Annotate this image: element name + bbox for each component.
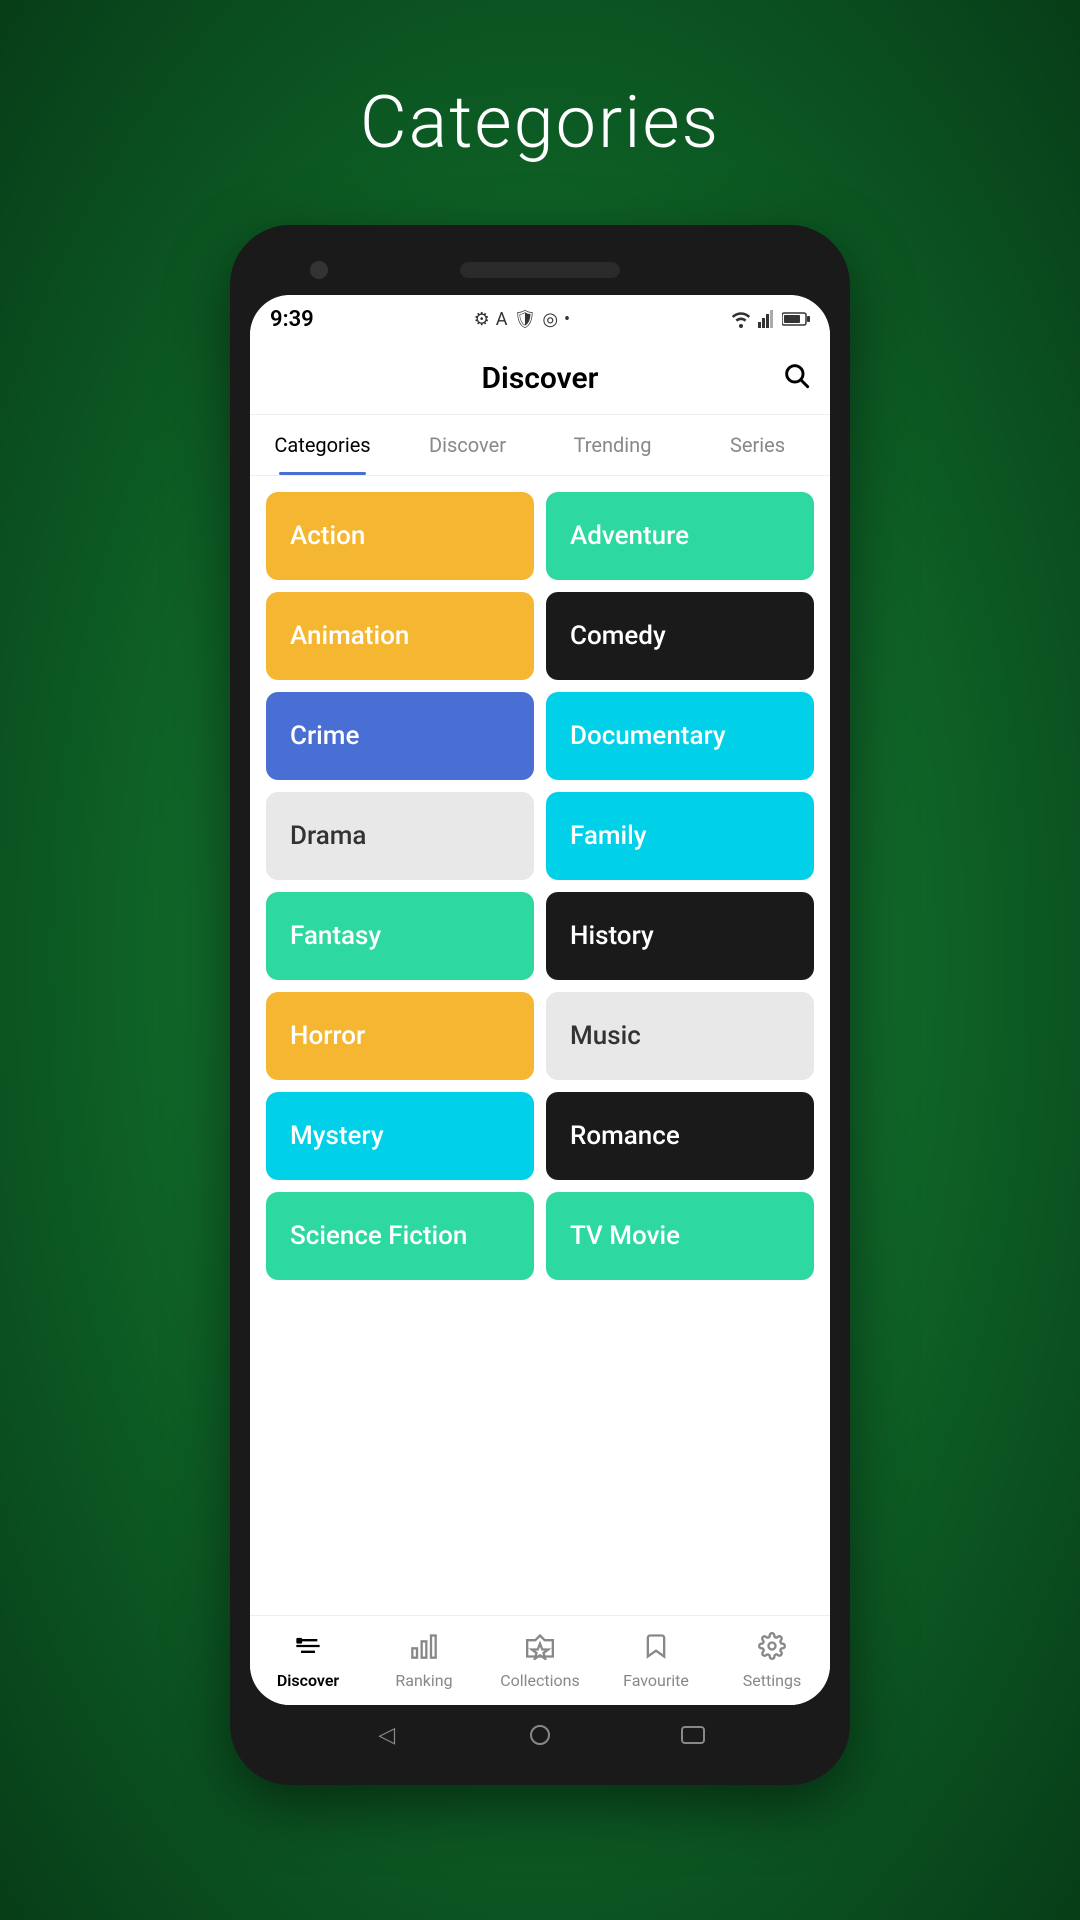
shield-status-icon: 🛡 xyxy=(513,309,536,330)
status-time: 9:39 xyxy=(270,307,314,332)
tab-trending[interactable]: Trending xyxy=(540,415,685,475)
tab-categories[interactable]: Categories xyxy=(250,415,395,475)
settings-status-icon: ⚙ xyxy=(474,309,490,330)
recents-gesture[interactable] xyxy=(673,1715,713,1755)
nav-ranking[interactable]: Ranking xyxy=(366,1624,482,1698)
status-icons-right xyxy=(730,310,810,328)
category-horror[interactable]: Horror xyxy=(266,992,534,1080)
category-tv-movie[interactable]: TV Movie xyxy=(546,1192,814,1280)
categories-grid: Action Adventure Animation Comedy Crime … xyxy=(250,476,830,1615)
category-science-fiction[interactable]: Science Fiction xyxy=(266,1192,534,1280)
app-header: Discover xyxy=(250,343,830,415)
ranking-nav-icon xyxy=(410,1632,438,1667)
phone-frame: 9:39 ⚙ A 🛡 ◎ • xyxy=(230,225,850,1785)
category-history[interactable]: History xyxy=(546,892,814,980)
nav-settings[interactable]: Settings xyxy=(714,1624,830,1698)
phone-top-bar xyxy=(250,245,830,295)
bottom-navigation: Discover Ranking xyxy=(250,1615,830,1705)
page-background-title: Categories xyxy=(360,80,720,165)
home-gesture[interactable] xyxy=(520,1715,560,1755)
category-comedy[interactable]: Comedy xyxy=(546,592,814,680)
category-drama[interactable]: Drama xyxy=(266,792,534,880)
a-status-icon: A xyxy=(496,309,508,330)
signal-icon xyxy=(758,310,776,328)
tab-discover[interactable]: Discover xyxy=(395,415,540,475)
category-action[interactable]: Action xyxy=(266,492,534,580)
category-family[interactable]: Family xyxy=(546,792,814,880)
favourite-nav-label: Favourite xyxy=(623,1671,689,1690)
speaker-grille xyxy=(460,262,620,278)
phone-screen: 9:39 ⚙ A 🛡 ◎ • xyxy=(250,295,830,1705)
tab-series[interactable]: Series xyxy=(685,415,830,475)
category-fantasy[interactable]: Fantasy xyxy=(266,892,534,980)
category-crime[interactable]: Crime xyxy=(266,692,534,780)
status-bar: 9:39 ⚙ A 🛡 ◎ • xyxy=(250,295,830,343)
discover-nav-icon xyxy=(294,1632,322,1667)
collections-nav-icon xyxy=(526,1632,554,1667)
front-camera xyxy=(310,261,328,279)
category-documentary[interactable]: Documentary xyxy=(546,692,814,780)
settings-nav-icon xyxy=(758,1632,786,1667)
category-animation[interactable]: Animation xyxy=(266,592,534,680)
nav-collections[interactable]: Collections xyxy=(482,1624,598,1698)
category-adventure[interactable]: Adventure xyxy=(546,492,814,580)
app-title: Discover xyxy=(482,361,599,396)
category-mystery[interactable]: Mystery xyxy=(266,1092,534,1180)
discover-nav-label: Discover xyxy=(277,1671,339,1690)
circle-status-icon: ◎ xyxy=(542,309,558,330)
nav-discover[interactable]: Discover xyxy=(250,1624,366,1698)
battery-icon xyxy=(782,311,810,327)
status-icons-left: ⚙ A 🛡 ◎ • xyxy=(474,309,571,330)
category-romance[interactable]: Romance xyxy=(546,1092,814,1180)
collections-nav-label: Collections xyxy=(500,1671,580,1690)
tabs-bar: Categories Discover Trending Series xyxy=(250,415,830,476)
category-music[interactable]: Music xyxy=(546,992,814,1080)
phone-bottom-bar: ◁ xyxy=(250,1705,830,1765)
dot-status-icon: • xyxy=(564,309,570,330)
settings-nav-label: Settings xyxy=(743,1671,801,1690)
search-button[interactable] xyxy=(782,361,810,396)
nav-favourite[interactable]: Favourite xyxy=(598,1624,714,1698)
favourite-nav-icon xyxy=(642,1632,670,1667)
wifi-icon xyxy=(730,310,752,328)
ranking-nav-label: Ranking xyxy=(395,1671,452,1690)
back-gesture[interactable]: ◁ xyxy=(367,1715,407,1755)
